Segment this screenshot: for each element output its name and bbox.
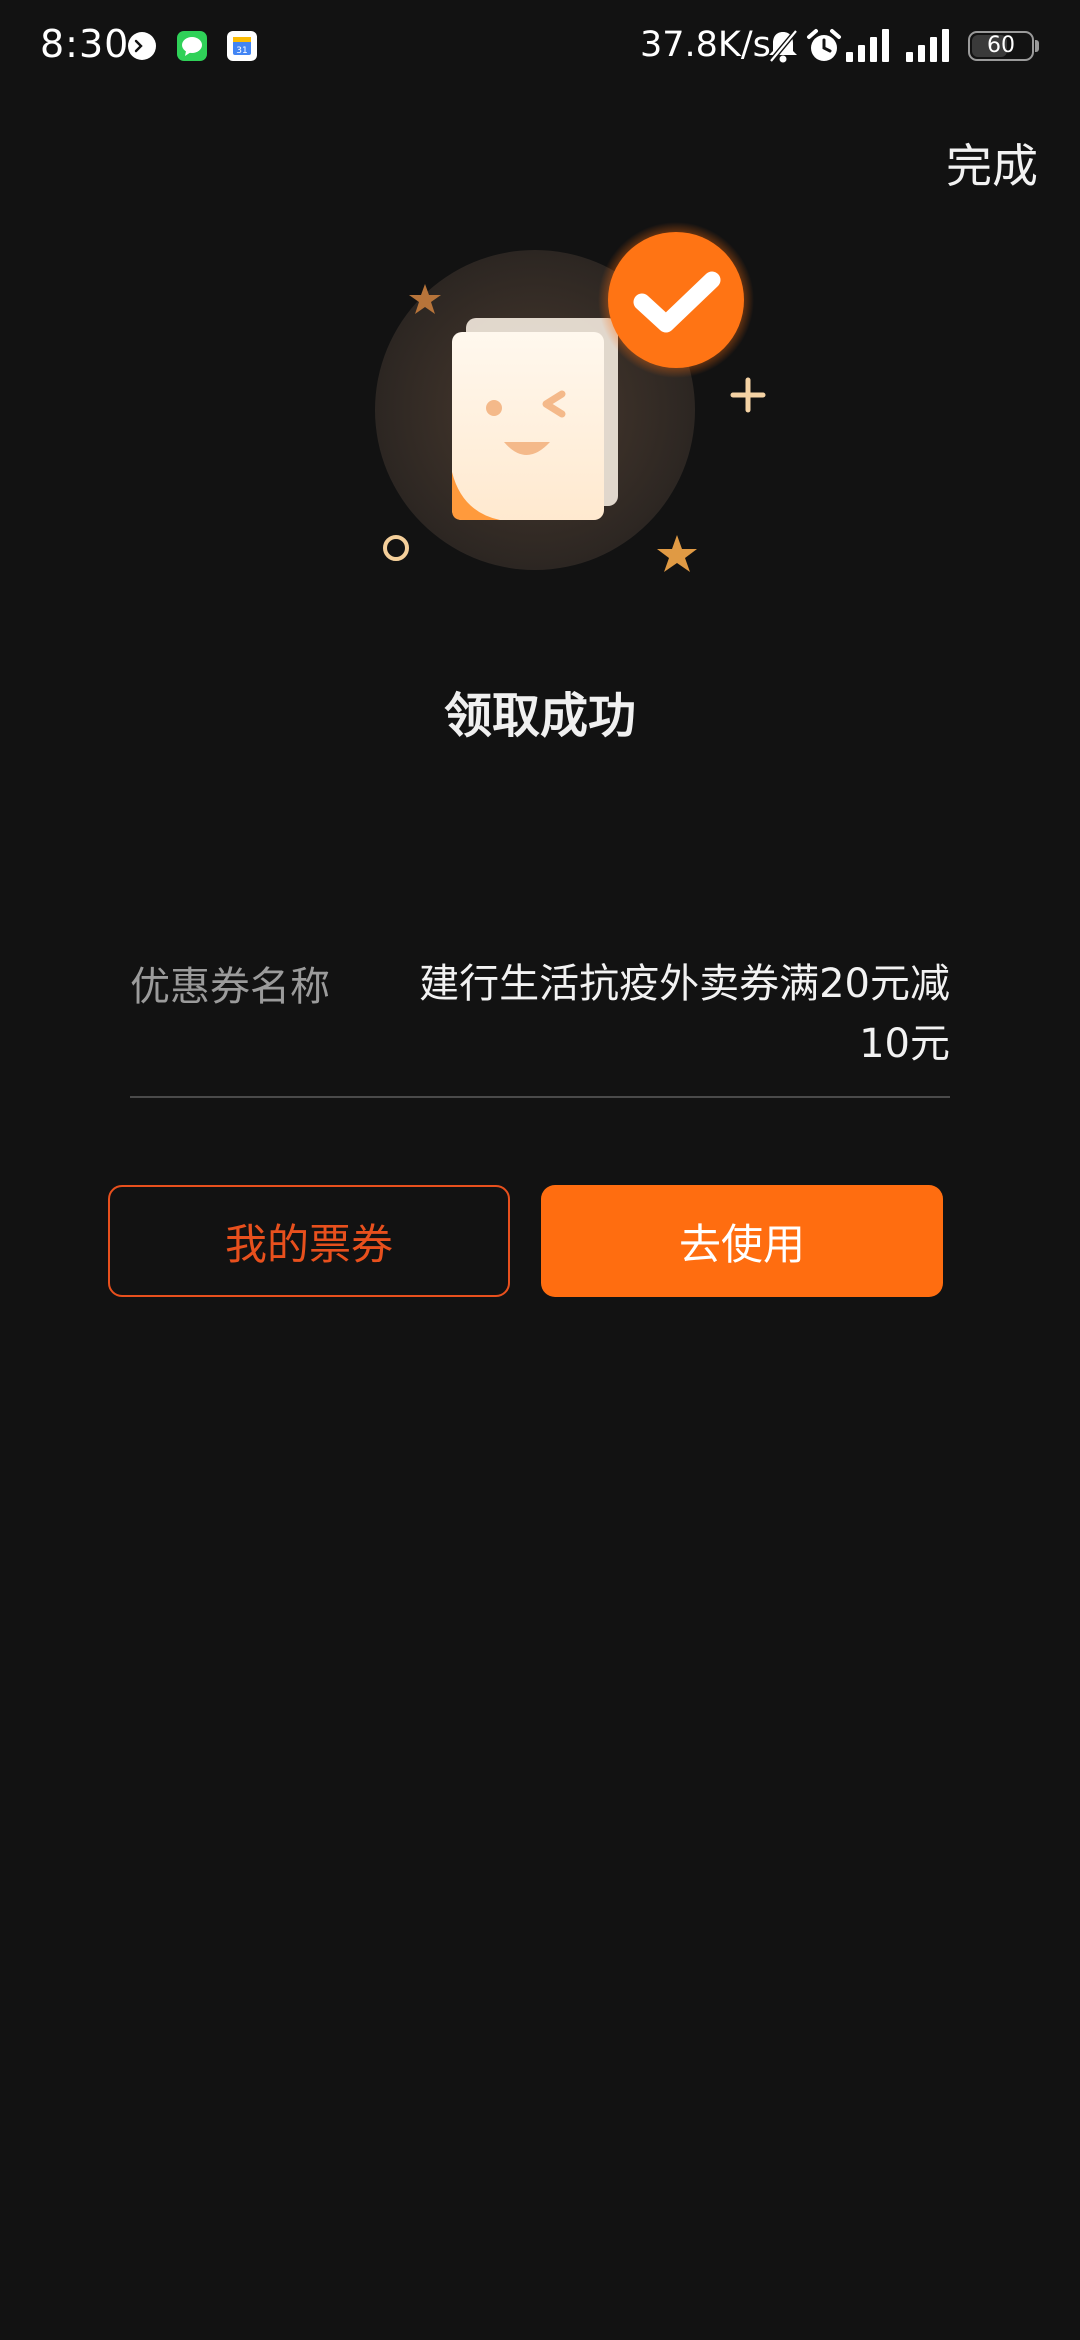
signal-icon (846, 29, 889, 62)
my-tickets-button[interactable]: 我的票券 (108, 1185, 510, 1297)
battery-tip (1035, 40, 1039, 52)
coupon-name-value: 建行生活抗疫外卖券满20元减10元 (419, 961, 950, 1067)
success-title: 领取成功 (443, 688, 636, 744)
check-badge-icon (598, 222, 754, 378)
calendar-app-icon: 31 (227, 31, 257, 61)
alarm-icon (807, 29, 841, 61)
battery-level: 60 (987, 33, 1015, 58)
coupon-info-row: 优惠券名称 建行生活抗疫外卖券满20元减10元 (130, 950, 950, 1098)
svg-text:31: 31 (236, 46, 247, 56)
status-time: 8:30 (40, 22, 130, 66)
messages-app-icon (177, 31, 207, 61)
status-bar: 8:30 31 37.8K/s 60 (0, 0, 1080, 96)
plus-sparkle-icon (730, 377, 766, 413)
terminal-app-icon (128, 32, 156, 60)
signal-icon-2 (906, 29, 949, 62)
coupon-success-illustration (375, 222, 766, 572)
done-button[interactable]: 完成 (946, 130, 1038, 196)
coupon-name-label: 优惠券名称 (130, 964, 330, 1010)
network-speed: 37.8K/s (640, 25, 771, 65)
ticket-front-card (452, 332, 604, 520)
ring-sparkle-icon (383, 535, 409, 561)
bell-muted-icon (769, 29, 798, 63)
battery-icon: 60 (968, 31, 1034, 61)
use-now-button[interactable]: 去使用 (541, 1185, 943, 1297)
star-icon-2 (657, 535, 697, 572)
